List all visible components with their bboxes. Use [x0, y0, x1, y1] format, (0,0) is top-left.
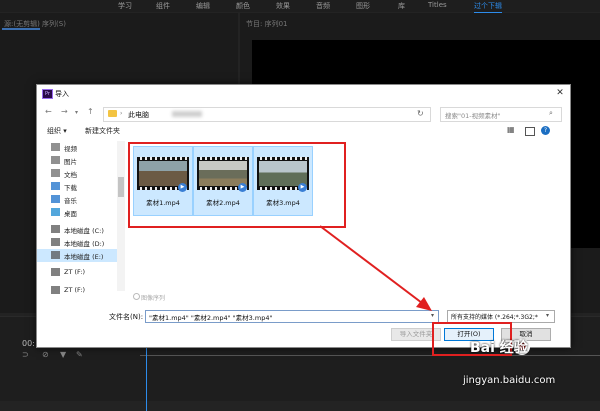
watermark-brand: Bai 经验: [470, 340, 528, 356]
watermark-url: jingyan.baidu.com: [463, 375, 556, 386]
